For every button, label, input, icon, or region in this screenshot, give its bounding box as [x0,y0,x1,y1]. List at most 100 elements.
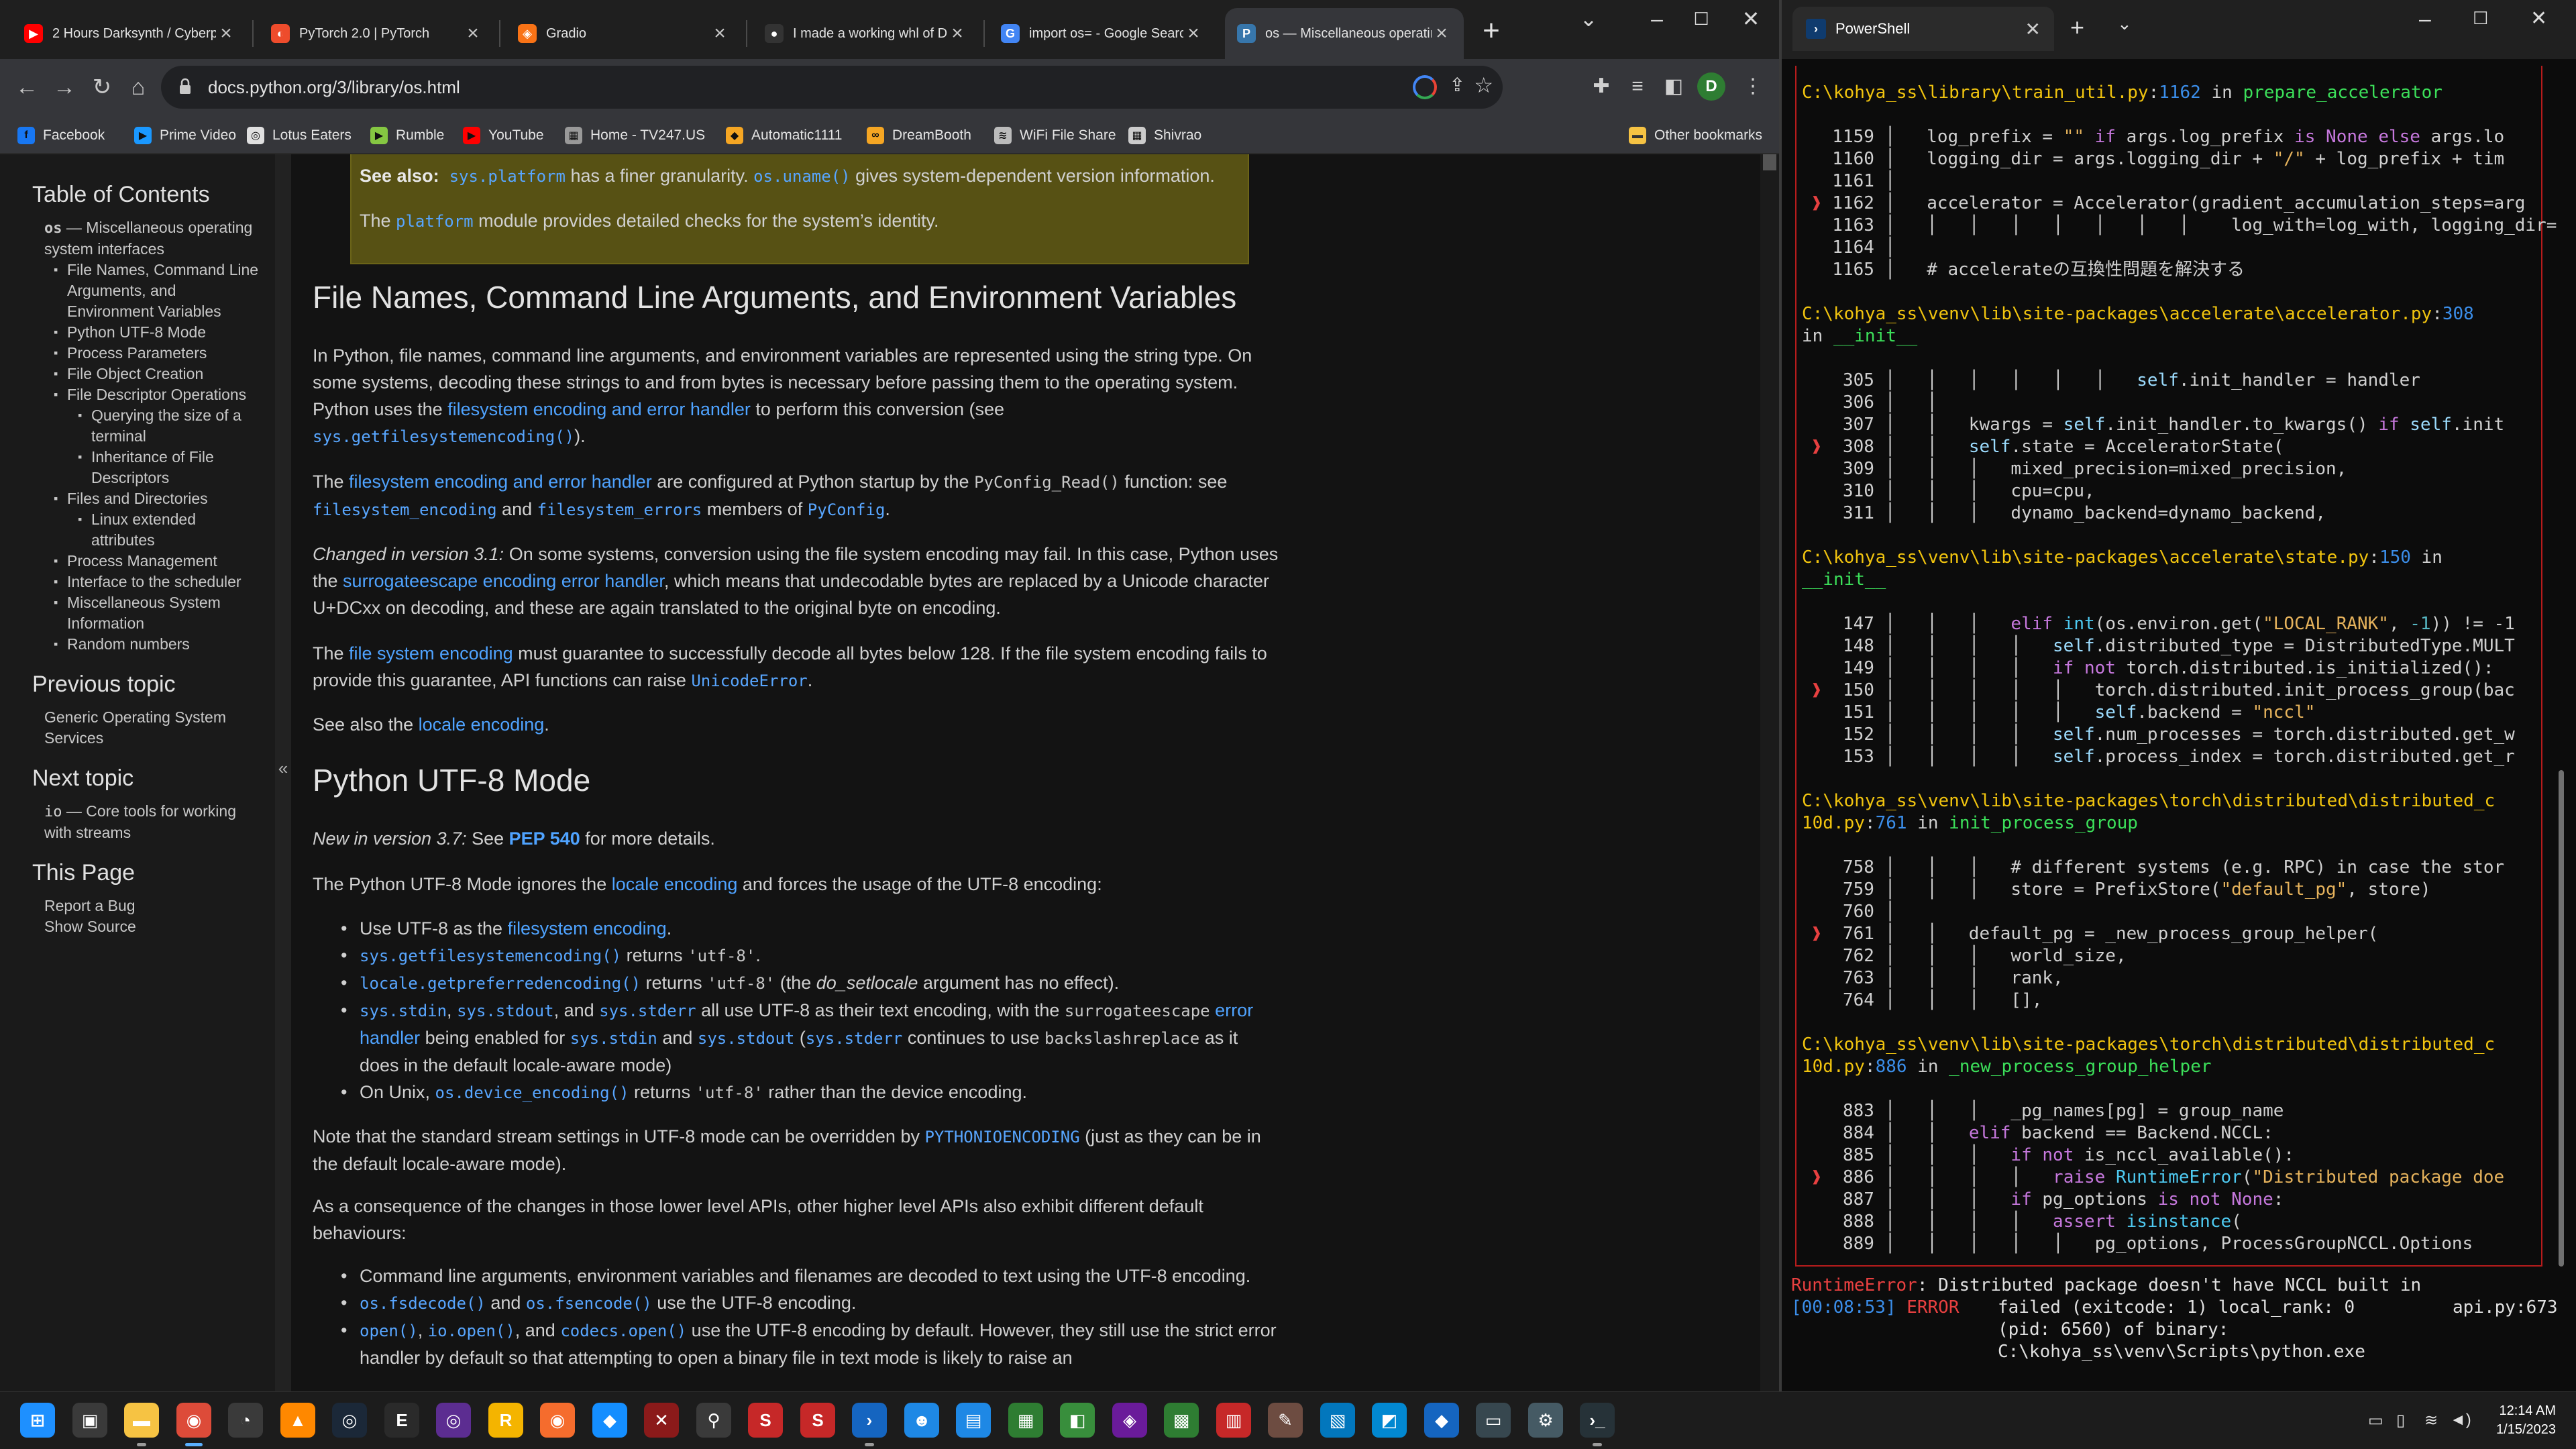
game-launcher-icon[interactable]: ✕ [644,1403,679,1438]
defender-icon[interactable]: ◆ [1424,1403,1459,1438]
address-bar[interactable]: docs.python.org/3/library/os.html ⇪ ☆ [161,66,1503,109]
page-scrollbar[interactable] [1760,154,1779,1391]
sys-platform-link[interactable]: sys.platform [449,167,566,186]
bookmark-item[interactable]: ▦ Shivrao [1128,123,1201,148]
file-explorer-icon[interactable]: ▬ [124,1403,159,1438]
rockstar-icon[interactable]: R [488,1403,523,1438]
chrome-icon[interactable]: ◉ [176,1403,211,1438]
tool-icon[interactable]: ⚲ [696,1403,731,1438]
start-icon[interactable]: ⊞ [20,1403,55,1438]
tab-1[interactable]: ▶ 2 Hours Darksynth / Cyberpunk× [12,8,248,59]
getpreferredencoding-link[interactable]: locale.getpreferredencoding() [360,974,641,993]
battlenet-icon[interactable]: ◆ [592,1403,627,1438]
fs-encoding-link[interactable]: file system encoding [349,643,513,663]
toc-item[interactable]: Random numbers [54,634,262,655]
tab-2[interactable]: ◐ PyTorch 2.0 | PyTorch × [259,8,495,59]
locale-encoding-link[interactable]: locale encoding [419,714,545,735]
new-tab-button[interactable]: + [1474,15,1508,48]
report-bug-link[interactable]: Report a Bug [44,896,262,916]
tab-search-icon[interactable]: ⌄ [1555,0,1622,40]
terminal-icon[interactable]: ›_ [1580,1403,1615,1438]
new-tab-button[interactable]: + [2070,13,2084,42]
io-open-link[interactable]: io.open() [428,1322,515,1340]
task-view-icon[interactable]: ▣ [72,1403,107,1438]
terminal-scrollbar[interactable] [2559,770,2564,1267]
powershell-icon[interactable]: › [852,1403,887,1438]
app-s2-icon[interactable]: S [800,1403,835,1438]
fs-encoding-link[interactable]: filesystem encoding and error handler [349,472,652,492]
photos-icon[interactable]: ▧ [1320,1403,1355,1438]
extensions-icon[interactable]: ✚ [1586,71,1617,102]
origin-icon[interactable]: ◉ [540,1403,575,1438]
codecs-open-link[interactable]: codecs.open() [560,1322,686,1340]
app-green-icon[interactable]: ◧ [1060,1403,1095,1438]
reload-button[interactable]: ↻ [83,68,121,106]
bookmark-item[interactable]: ▶ YouTube [463,123,544,148]
profile-avatar[interactable]: D [1697,72,1725,101]
paint3d-icon[interactable]: ◩ [1372,1403,1407,1438]
bookmark-item[interactable]: ▦ Home - TV247.US [565,123,705,148]
settings-icon[interactable]: ⚙ [1528,1403,1563,1438]
google-lens-icon[interactable] [1413,75,1437,99]
stdout-link[interactable]: sys.stdout [698,1029,795,1048]
close-window-button[interactable]: ✕ [2530,7,2547,30]
bookmark-item[interactable]: ▶ Rumble [370,123,444,148]
wifi-icon[interactable]: ≋ [2424,1411,2438,1430]
paint-icon[interactable]: ✎ [1268,1403,1303,1438]
side-panel-icon[interactable]: ◧ [1658,71,1689,102]
app-map-icon[interactable]: ▩ [1164,1403,1199,1438]
toc-item[interactable]: Linux extended attributes [78,509,262,551]
stderr-link[interactable]: sys.stderr [599,1002,696,1020]
surrogateescape-link[interactable]: surrogateescape encoding error handler [343,571,664,591]
volume-icon[interactable]: ◄) [2450,1411,2471,1430]
steam-icon[interactable]: ◎ [332,1403,367,1438]
stderr-link[interactable]: sys.stderr [806,1029,903,1048]
maximize-button[interactable]: ☐ [2473,8,2488,29]
bookmark-item[interactable]: ▶ Prime Video [134,123,236,148]
tray-overflow-icon[interactable]: ▭ [2368,1411,2383,1430]
terminal-output[interactable]: C:\kohya_ss\library\train_util.py:1162 i… [1782,59,2576,1391]
vlc-icon[interactable]: ▲ [280,1403,315,1438]
bookmark-item[interactable]: ◆ Automatic1111 [726,123,842,148]
home-button[interactable]: ⌂ [119,68,157,106]
back-button[interactable]: ← [8,68,46,106]
getfsencoding-link[interactable]: sys.getfilesystemencoding() [313,427,574,446]
close-tab-icon[interactable]: ✕ [2025,18,2041,40]
stdout-link[interactable]: sys.stdout [457,1002,554,1020]
getfsencoding-link[interactable]: sys.getfilesystemencoding() [360,947,621,965]
os-uname-link[interactable]: os.uname() [753,167,851,186]
next-topic-link[interactable]: io — Core tools for working with streams [44,801,262,843]
filesystem-errors-link[interactable]: filesystem_errors [537,500,702,519]
close-tab-icon[interactable]: × [947,22,967,45]
stdin-link[interactable]: sys.stdin [570,1029,657,1048]
media-control-icon[interactable]: ≡ [1622,71,1653,102]
sidebar-collapse-button[interactable]: « [275,154,291,1391]
toc-item[interactable]: Process Management [54,551,262,572]
bookmark-item[interactable]: ≋ WiFi File Share [994,123,1116,148]
close-tab-icon[interactable]: × [1183,22,1203,45]
fs-encoding-link[interactable]: filesystem encoding and error handler [447,399,751,419]
toc-item[interactable]: File Names, Command Line Arguments, and … [54,260,262,322]
bookmark-item[interactable]: ◎ Lotus Eaters [247,123,352,148]
fsencode-link[interactable]: os.fsencode() [526,1294,652,1313]
pyconfig-link[interactable]: PyConfig [808,500,885,519]
gog-icon[interactable]: ◎ [436,1403,471,1438]
sheet-icon[interactable]: ▦ [1008,1403,1043,1438]
bookmark-item[interactable]: f Facebook [17,123,105,148]
toc-item[interactable]: File Descriptor Operations [54,384,262,405]
notepad-icon[interactable]: ▤ [956,1403,991,1438]
toc-item[interactable]: Querying the size of a terminal [78,405,262,447]
previous-topic-link[interactable]: Generic Operating System Services [44,707,262,749]
tab-4[interactable]: ● I made a working whl of Dee × [753,8,979,59]
toc-item[interactable]: Miscellaneous System Information [54,592,262,634]
pythonioencoding-link[interactable]: PYTHONIOENCODING [924,1128,1079,1146]
open-link[interactable]: open() [360,1322,418,1340]
device-encoding-link[interactable]: os.device_encoding() [435,1083,629,1102]
tab-3[interactable]: ◈ Gradio × [506,8,742,59]
tab-6[interactable]: Pos — Miscellaneous operating × [1225,8,1464,59]
obs-icon[interactable]: ◔ [228,1403,263,1438]
toc-item[interactable]: File Object Creation [54,364,262,384]
app-purple-icon[interactable]: ◈ [1112,1403,1147,1438]
locale-encoding-link[interactable]: locale encoding [612,874,738,894]
close-tab-icon[interactable]: × [1432,22,1452,45]
